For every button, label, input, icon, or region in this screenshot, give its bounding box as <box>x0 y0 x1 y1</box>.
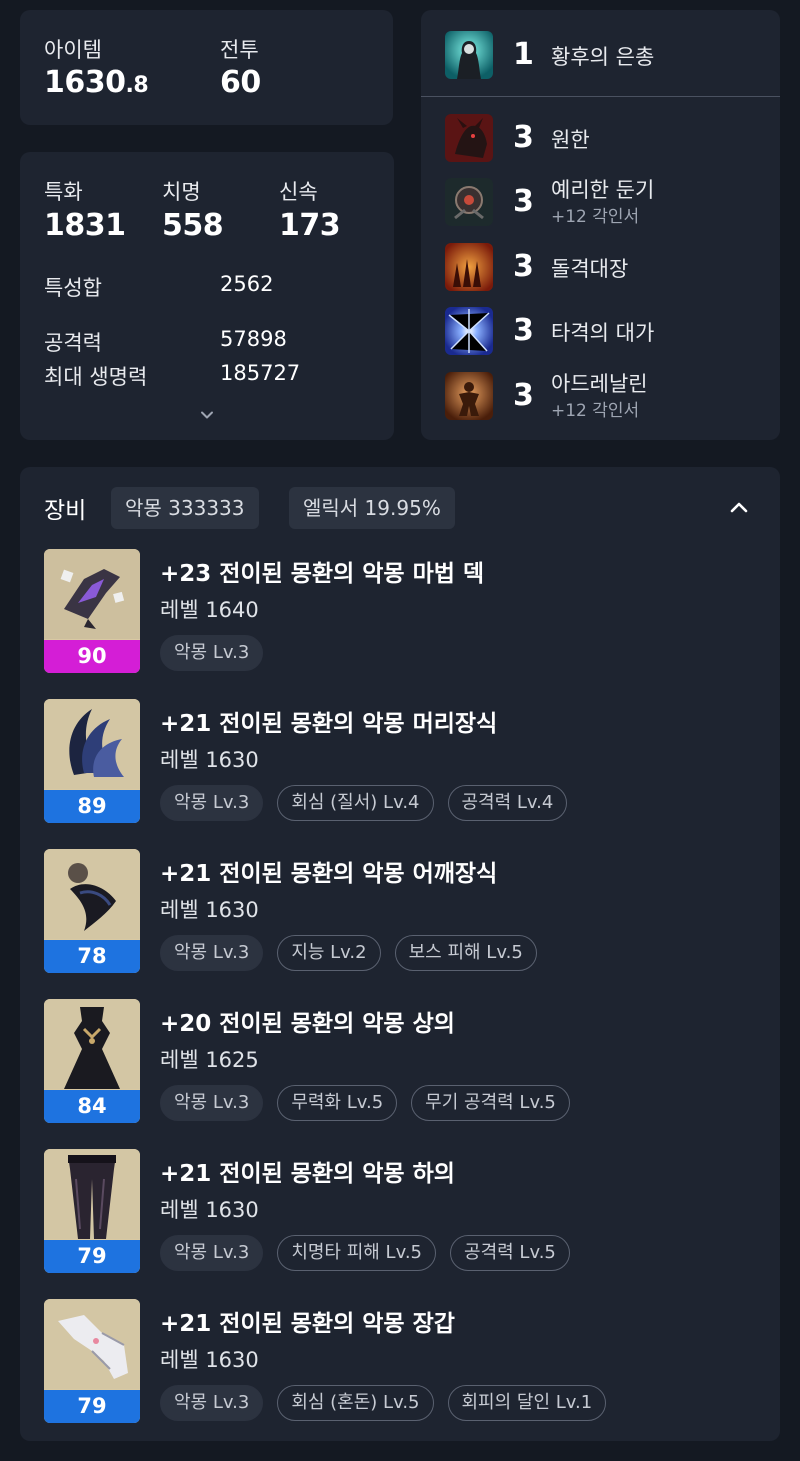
engraving-row[interactable]: 3 타격의 대가 <box>421 303 780 359</box>
headgear-icon: 89 <box>44 699 140 823</box>
attack-label: 공격력 <box>44 331 102 355</box>
engraving-row[interactable]: 1 황후의 은총 <box>421 27 780 83</box>
engraving-name: 타격의 대가 <box>551 321 655 345</box>
chest-armor-icon: 84 <box>44 999 140 1123</box>
item-tag: 회심 (혼돈) Lv.5 <box>277 1385 434 1421</box>
item-tag: 지능 Lv.2 <box>277 935 381 971</box>
attack-value: 57898 <box>220 327 287 351</box>
item-tag: 공격력 Lv.5 <box>450 1235 570 1271</box>
stat-label: 신속 <box>279 180 318 204</box>
engraving-row[interactable]: 3 원한 <box>421 110 780 166</box>
hp-value: 185727 <box>220 361 301 385</box>
engraving-level: 3 <box>513 378 534 413</box>
chevron-down-icon[interactable] <box>200 408 214 422</box>
quality-badge: 89 <box>44 790 140 823</box>
master-of-strikes-icon <box>445 307 493 355</box>
item-level: 레벨 1630 <box>160 748 259 772</box>
quality-badge: 79 <box>44 1240 140 1273</box>
quality-badge: 90 <box>44 640 140 673</box>
equipment-item[interactable]: 90 +23 전이된 몽환의 악몽 마법 덱 레벨 1640 악몽 Lv.3 <box>20 549 780 673</box>
item-level-value: 1630.8 <box>44 65 149 100</box>
item-tag: 악몽 Lv.3 <box>160 1385 264 1421</box>
stats-card: 특화 1831 치명 558 신속 173 특성합 2562 공격력 57898… <box>20 152 394 440</box>
equipment-item[interactable]: 89 +21 전이된 몽환의 악몽 머리장식 레벨 1630 악몽 Lv.3 회… <box>20 699 780 823</box>
engraving-level: 3 <box>513 249 534 284</box>
engraving-row[interactable]: 3 돌격대장 <box>421 239 780 295</box>
item-tag: 악몽 Lv.3 <box>160 635 264 671</box>
quality-badge: 79 <box>44 1390 140 1423</box>
engraving-level: 1 <box>513 37 534 72</box>
engraving-row[interactable]: 3 아드레날린 +12 각인서 <box>421 368 780 424</box>
combat-level-value: 60 <box>220 65 261 100</box>
equipment-item[interactable]: 79 +21 전이된 몽환의 악몽 장갑 레벨 1630 악몽 Lv.3 회심 … <box>20 1299 780 1423</box>
stat-label: 특화 <box>44 180 83 204</box>
item-name: +21 전이된 몽환의 악몽 하의 <box>160 1161 455 1187</box>
equipment-item[interactable]: 78 +21 전이된 몽환의 악몽 어깨장식 레벨 1630 악몽 Lv.3 지… <box>20 849 780 973</box>
raid-captain-icon <box>445 243 493 291</box>
stat-label: 치명 <box>162 180 201 204</box>
hp-label: 최대 생명력 <box>44 365 148 389</box>
item-tag: 악몽 Lv.3 <box>160 935 264 971</box>
set-effect-chip: 악몽 333333 <box>111 487 259 529</box>
engraving-name: 원한 <box>551 128 590 152</box>
quality-badge: 84 <box>44 1090 140 1123</box>
equipment-card: 장비 악몽 333333 엘릭서 19.95% 90 +23 전이된 몽환의 악… <box>20 467 780 1441</box>
equipment-item[interactable]: 79 +21 전이된 몽환의 악몽 하의 레벨 1630 악몽 Lv.3 치명타… <box>20 1149 780 1273</box>
item-name: +21 전이된 몽환의 악몽 머리장식 <box>160 711 498 737</box>
item-level: 레벨 1625 <box>160 1048 259 1072</box>
item-tag: 공격력 Lv.4 <box>447 785 568 821</box>
item-level: 레벨 1630 <box>160 1198 259 1222</box>
item-tag: 무기 공격력 Lv.5 <box>411 1085 570 1121</box>
item-tag: 회심 (질서) Lv.4 <box>277 785 434 821</box>
magic-deck-icon: 90 <box>44 549 140 673</box>
item-name: +21 전이된 몽환의 악몽 어깨장식 <box>160 861 498 887</box>
adrenaline-icon <box>445 372 493 420</box>
stat-value: 558 <box>162 208 224 243</box>
engraving-level: 3 <box>513 184 534 219</box>
item-level: 레벨 1640 <box>160 598 259 622</box>
engraving-name: 돌격대장 <box>551 257 629 281</box>
engraving-row[interactable]: 3 예리한 둔기 +12 각인서 <box>421 174 780 230</box>
item-tag: 보스 피해 Lv.5 <box>394 935 537 971</box>
equipment-title: 장비 <box>44 498 87 524</box>
engraving-level: 3 <box>513 120 534 155</box>
item-tag: 무력화 Lv.5 <box>277 1085 398 1121</box>
combat-level-label: 전투 <box>220 38 259 62</box>
quality-badge: 78 <box>44 940 140 973</box>
pants-icon: 79 <box>44 1149 140 1273</box>
item-name: +20 전이된 몽환의 악몽 상의 <box>160 1011 455 1037</box>
item-tag: 악몽 Lv.3 <box>160 785 264 821</box>
item-level-label: 아이템 <box>44 38 102 62</box>
divider <box>421 96 780 97</box>
stat-value: 1831 <box>44 208 126 243</box>
gloves-icon: 79 <box>44 1299 140 1423</box>
item-level-card: 아이템 1630.8 전투 60 <box>20 10 393 125</box>
engravings-card: 1 황후의 은총 3 원한 3 예리한 둔기 +12 각인서 3 돌격대장 3 … <box>421 10 780 440</box>
item-tag: 악몽 Lv.3 <box>160 1085 264 1121</box>
item-level: 레벨 1630 <box>160 898 259 922</box>
engraving-name: 아드레날린 <box>551 372 648 396</box>
shoulder-icon: 78 <box>44 849 140 973</box>
item-name: +23 전이된 몽환의 악몽 마법 덱 <box>160 561 485 587</box>
stat-total-value: 2562 <box>220 272 274 296</box>
engraving-level: 3 <box>513 313 534 348</box>
item-tag: 치명타 피해 Lv.5 <box>277 1235 437 1271</box>
stat-value: 173 <box>279 208 341 243</box>
chevron-up-icon[interactable] <box>728 497 750 519</box>
engraving-name: 황후의 은총 <box>551 45 655 69</box>
item-level: 레벨 1630 <box>160 1348 259 1372</box>
grudge-icon <box>445 114 493 162</box>
equipment-item[interactable]: 84 +20 전이된 몽환의 악몽 상의 레벨 1625 악몽 Lv.3 무력화… <box>20 999 780 1123</box>
engraving-name: 예리한 둔기 <box>551 178 655 202</box>
stat-total-label: 특성합 <box>44 276 102 300</box>
item-tag: 회피의 달인 Lv.1 <box>447 1385 607 1421</box>
empress-grace-icon <box>445 31 493 79</box>
elixir-chip: 엘릭서 19.95% <box>289 487 455 529</box>
engraving-book-bonus: +12 각인서 <box>551 401 640 421</box>
item-tag: 악몽 Lv.3 <box>160 1235 264 1271</box>
item-name: +21 전이된 몽환의 악몽 장갑 <box>160 1311 455 1337</box>
keen-blunt-weapon-icon <box>445 178 493 226</box>
engraving-book-bonus: +12 각인서 <box>551 207 640 227</box>
